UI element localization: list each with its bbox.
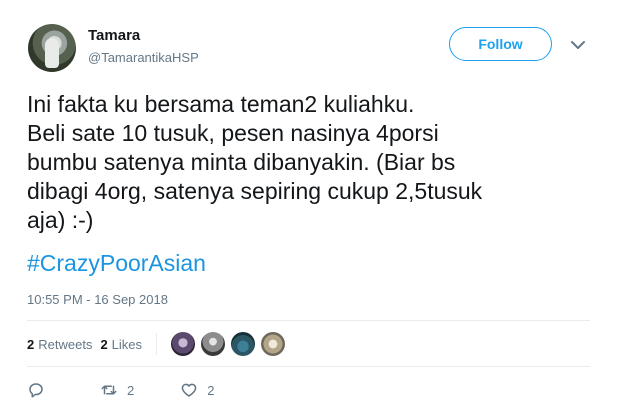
likes-count: 2: [100, 336, 108, 352]
tweet-stats: 2 Retweets 2 Likes: [27, 330, 291, 358]
retweets-stat[interactable]: 2 Retweets: [27, 337, 92, 352]
likes-label: Likes: [111, 336, 143, 352]
retweet-count: 2: [127, 382, 135, 398]
liker-avatar[interactable]: [171, 332, 196, 356]
liker-avatar[interactable]: [261, 332, 286, 356]
like-button[interactable]: 2: [180, 381, 214, 399]
retweets-label: Retweets: [38, 336, 93, 352]
likes-stat[interactable]: 2 Likes: [100, 337, 142, 352]
retweet-icon: [101, 385, 117, 395]
tweet-text: Ini fakta ku bersama teman2 kuliahku. Be…: [27, 91, 483, 233]
chevron-down-icon[interactable]: [570, 39, 586, 51]
display-name[interactable]: Tamara: [88, 27, 140, 44]
divider: [27, 366, 590, 367]
tweet-timestamp[interactable]: 10:55 PM - 16 Sep 2018: [27, 292, 168, 307]
hashtag-link[interactable]: #CrazyPoorAsian: [27, 249, 206, 278]
liker-avatar[interactable]: [231, 332, 256, 356]
reply-button[interactable]: [27, 381, 54, 399]
follow-button[interactable]: Follow: [449, 27, 552, 61]
like-count: 2: [207, 382, 215, 398]
retweet-button[interactable]: 2: [100, 381, 134, 399]
liker-avatar[interactable]: [201, 332, 226, 356]
user-handle[interactable]: @TamarantikaHSP: [88, 50, 199, 65]
avatar[interactable]: [28, 24, 76, 72]
heart-icon: [181, 383, 197, 397]
avatar-figure: [45, 38, 59, 68]
liker-avatars: [171, 332, 291, 356]
tweet-actions: 2 2: [27, 378, 260, 402]
reply-icon: [29, 383, 43, 398]
retweets-count: 2: [27, 336, 35, 352]
stats-separator: [156, 333, 158, 355]
divider: [27, 320, 590, 321]
